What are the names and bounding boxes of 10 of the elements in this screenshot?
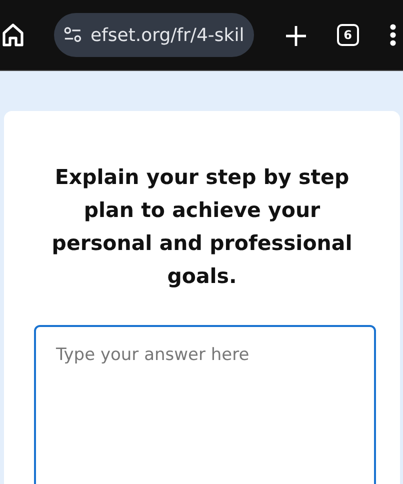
tab-count-button[interactable]: 6 (336, 24, 359, 46)
address-bar[interactable]: efset.org/fr/4-skil (54, 13, 254, 57)
menu-icon[interactable] (389, 23, 397, 47)
home-icon[interactable] (2, 23, 24, 47)
site-settings-icon[interactable] (64, 26, 82, 44)
answer-field[interactable]: Type your answer here (34, 325, 376, 484)
question-text: Explain your step by step plan to achieve your personal and professional goals. (50, 164, 354, 290)
url-text: efset.org/fr/4-skil (90, 24, 244, 48)
new-tab-button[interactable] (284, 23, 306, 47)
plus-icon (284, 24, 306, 47)
